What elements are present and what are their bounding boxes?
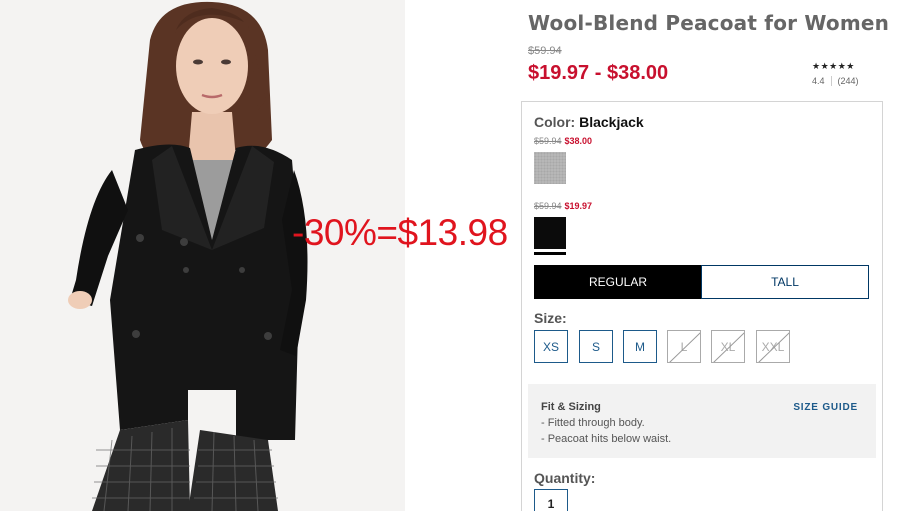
grey-swatch-price: $59.94 $38.00	[534, 136, 592, 146]
size-xxl-button[interactable]: XXL	[756, 330, 790, 363]
product-photo	[0, 0, 405, 511]
rating-score: 4.4	[812, 76, 825, 86]
size-label: Size:	[534, 310, 567, 326]
quantity-input[interactable]: 1	[534, 489, 568, 511]
size-guide-link[interactable]: SIZE GUIDE	[793, 402, 858, 413]
black-swatch-sale-price: $19.97	[564, 201, 593, 211]
rating-stars-icon: ★★★★★	[812, 61, 855, 71]
discount-annotation: -30%=$13.98	[292, 212, 508, 253]
fit-sizing-title: Fit & Sizing	[541, 401, 601, 413]
product-title: Wool-Blend Peacoat for Women	[528, 11, 890, 35]
black-swatch-original-price: $59.94	[534, 201, 562, 211]
size-s-button[interactable]: S	[579, 330, 613, 363]
color-swatch-blackjack[interactable]	[534, 217, 566, 249]
size-l-button[interactable]: L	[667, 330, 701, 363]
selected-swatch-indicator	[534, 252, 566, 255]
color-label: Color: Blackjack	[534, 114, 644, 130]
rating-meta: 4.4 (244)	[812, 76, 872, 86]
size-xl-button[interactable]: XL	[711, 330, 745, 363]
rating-divider	[830, 76, 832, 86]
fit-sizing-line: - Fitted through body.	[541, 417, 645, 429]
sale-price-range: $19.97 - $38.00	[528, 62, 669, 84]
fit-tall-button[interactable]: TALL	[701, 265, 869, 299]
grey-swatch-original-price: $59.94	[534, 136, 562, 146]
product-page: -30%=$13.98 Wool-Blend Peacoat for Women…	[0, 0, 900, 511]
rating-widget[interactable]: ★★★★★ 4.4 (244)	[812, 61, 872, 86]
original-price: $59.94	[528, 45, 562, 57]
black-swatch-price: $59.94 $19.97	[534, 201, 592, 211]
quantity-label: Quantity:	[534, 470, 596, 486]
fit-and-sizing-box: Fit & Sizing - Fitted through body. - Pe…	[528, 384, 876, 458]
fit-regular-button[interactable]: REGULAR	[534, 265, 702, 299]
review-count-link[interactable]: (244)	[838, 76, 859, 86]
color-swatch-grey[interactable]	[534, 152, 566, 184]
size-xs-button[interactable]: XS	[534, 330, 568, 363]
grey-swatch-sale-price: $38.00	[564, 136, 593, 146]
size-m-button[interactable]: M	[623, 330, 657, 363]
fit-sizing-line: - Peacoat hits below waist.	[541, 433, 672, 445]
selected-color-name: Blackjack	[579, 114, 644, 130]
color-label-text: Color:	[534, 114, 576, 130]
